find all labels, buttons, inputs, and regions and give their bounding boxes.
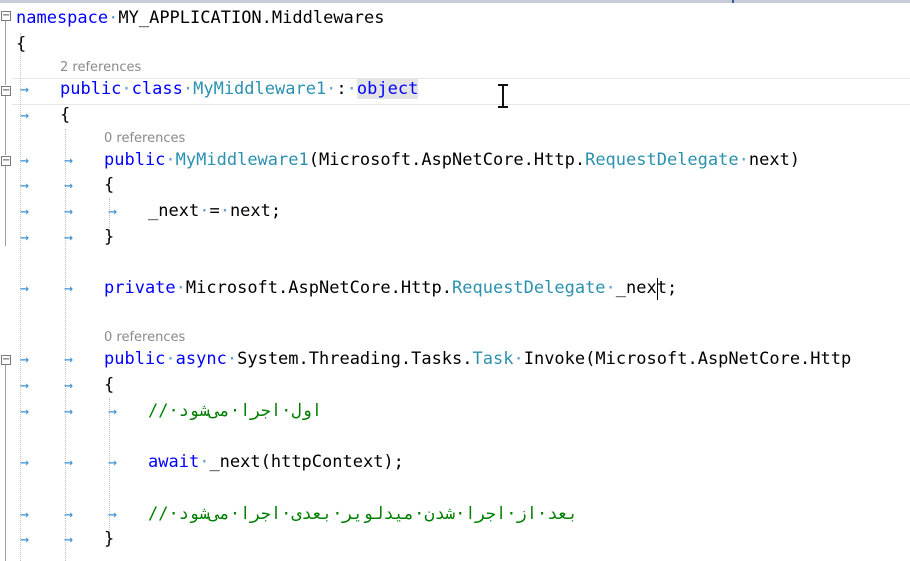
tab-arrow-icon: → (20, 376, 30, 394)
tab-arrow-icon: → (20, 402, 30, 420)
whitespace-dot: · (108, 8, 119, 28)
type-requestdelegate: RequestDelegate (585, 150, 739, 170)
open-brace: { (16, 34, 27, 54)
whitespace-dot: · (199, 452, 210, 472)
type-task: Task (472, 349, 514, 369)
text-cursor-ibeam-icon (498, 84, 508, 108)
keyword-public: public (104, 349, 166, 369)
tab-arrow-icon: → (64, 279, 74, 297)
type-requestdelegate: RequestDelegate (452, 278, 606, 298)
code-lens-invoke-references[interactable]: 0 references (104, 330, 185, 346)
code-line-10[interactable]: → → public·async·System.Threading.Tasks.… (0, 347, 910, 372)
tab-arrow-icon: → (20, 453, 30, 471)
tab-arrow-icon: → (64, 350, 74, 368)
tab-arrow-icon: → (64, 376, 74, 394)
whitespace-dot: · (165, 349, 176, 369)
code-line-11[interactable]: → → { (0, 373, 910, 398)
tab-arrow-icon: → (20, 279, 30, 297)
whitespace-dot: · (175, 278, 186, 298)
open-brace: { (104, 175, 115, 195)
field-namespace: Microsoft.AspNetCore.Http. (185, 278, 453, 298)
whitespace-dot: · (513, 349, 524, 369)
assigned-value: next; (229, 201, 282, 221)
tab-arrow-icon: → (64, 530, 74, 548)
tab-arrow-icon: → (108, 505, 118, 523)
base-type-object: object (356, 79, 419, 99)
whitespace-dot: · (121, 79, 132, 99)
close-brace: } (104, 529, 115, 549)
invoke-signature: Invoke(Microsoft.AspNetCore.Http (523, 349, 852, 369)
keyword-private: private (104, 278, 176, 298)
tab-arrow-icon: → (20, 176, 30, 194)
colon-token: : (336, 79, 347, 99)
code-lens-class-references[interactable]: 2 references (60, 60, 141, 76)
code-line-4[interactable]: → { (0, 103, 910, 128)
code-line-6[interactable]: → → { (0, 173, 910, 198)
tab-arrow-icon: → (64, 151, 74, 169)
namespace-name: MY_APPLICATION.Middlewares (118, 8, 385, 28)
whitespace-dot: · (605, 278, 616, 298)
field-next: _next; (615, 278, 678, 298)
code-line-3[interactable]: → public·class·MyMiddleware1·:·object (0, 77, 910, 102)
tab-arrow-icon: → (20, 530, 30, 548)
code-line-14[interactable]: → → → //·بعد·از·اجرا·شدن·میدلویر·بعدی·اج… (0, 502, 910, 527)
code-line-15[interactable]: → → } (0, 527, 910, 552)
whitespace-dot: · (226, 349, 238, 369)
tab-arrow-icon: → (64, 202, 74, 220)
code-lens-constructor-references[interactable]: 0 references (104, 131, 185, 147)
open-brace: { (104, 375, 115, 395)
await-expression: _next(httpContext); (209, 452, 404, 472)
keyword-public: public (104, 150, 166, 170)
whitespace-dot: · (219, 201, 230, 221)
code-editor[interactable]: − − − − namespace·MY_APPLICATION.Middlew… (0, 3, 910, 561)
class-name: MyMiddleware1 (193, 79, 327, 99)
whitespace-dot: · (326, 79, 337, 99)
whitespace-dot: · (199, 201, 210, 221)
keyword-async: async (175, 349, 227, 369)
code-line-1[interactable]: namespace·MY_APPLICATION.Middlewares (0, 6, 910, 31)
code-line-9[interactable]: → → private·Microsoft.AspNetCore.Http.Re… (0, 276, 910, 301)
parameter-name: next) (748, 150, 801, 170)
tab-arrow-icon: → (20, 151, 30, 169)
tab-arrow-icon: → (20, 350, 30, 368)
tab-arrow-icon: → (108, 453, 118, 471)
whitespace-dot: · (346, 79, 357, 99)
whitespace-dot: · (182, 79, 194, 99)
field-next: _next (148, 201, 200, 221)
return-type-namespace: System.Threading.Tasks. (237, 349, 473, 369)
open-brace: { (60, 105, 71, 125)
tab-arrow-icon: → (64, 505, 74, 523)
comment-after-next: //·بعد·از·اجرا·شدن·میدلویر·بعدی·اجرا·می‌… (148, 504, 578, 524)
tab-arrow-icon: → (20, 80, 30, 98)
tab-arrow-icon: → (108, 402, 118, 420)
code-line-13[interactable]: → → → await·_next(httpContext); (0, 450, 910, 475)
code-line-8[interactable]: → → } (0, 225, 910, 250)
tab-arrow-icon: → (20, 106, 30, 124)
tab-arrow-icon: → (64, 453, 74, 471)
keyword-await: await (148, 452, 200, 472)
constructor-name: MyMiddleware1 (175, 150, 309, 170)
code-line-2[interactable]: { (0, 32, 910, 57)
tab-arrow-icon: → (64, 176, 74, 194)
text-caret (657, 278, 658, 300)
tab-arrow-icon: → (20, 228, 30, 246)
comment-first-run: //·اول·اجرا·می‌شود (148, 401, 323, 421)
tab-arrow-icon: → (64, 402, 74, 420)
assign-operator: = (209, 201, 220, 221)
tab-arrow-icon: → (20, 202, 30, 220)
keyword-namespace: namespace (16, 8, 109, 28)
tab-arrow-icon: → (64, 228, 74, 246)
parameter-namespace: (Microsoft.AspNetCore.Http. (308, 150, 586, 170)
close-brace: } (104, 227, 115, 247)
code-line-12[interactable]: → → → //·اول·اجرا·می‌شود (0, 399, 910, 424)
code-line-5[interactable]: → → public·MyMiddleware1(Microsoft.AspNe… (0, 148, 910, 173)
tab-arrow-icon: → (20, 505, 30, 523)
whitespace-dot: · (165, 150, 176, 170)
code-line-7[interactable]: → → → _next·=·next; (0, 199, 910, 224)
keyword-public: public (60, 79, 122, 99)
tab-arrow-icon: → (108, 202, 118, 220)
whitespace-dot: · (738, 150, 749, 170)
keyword-class: class (131, 79, 183, 99)
